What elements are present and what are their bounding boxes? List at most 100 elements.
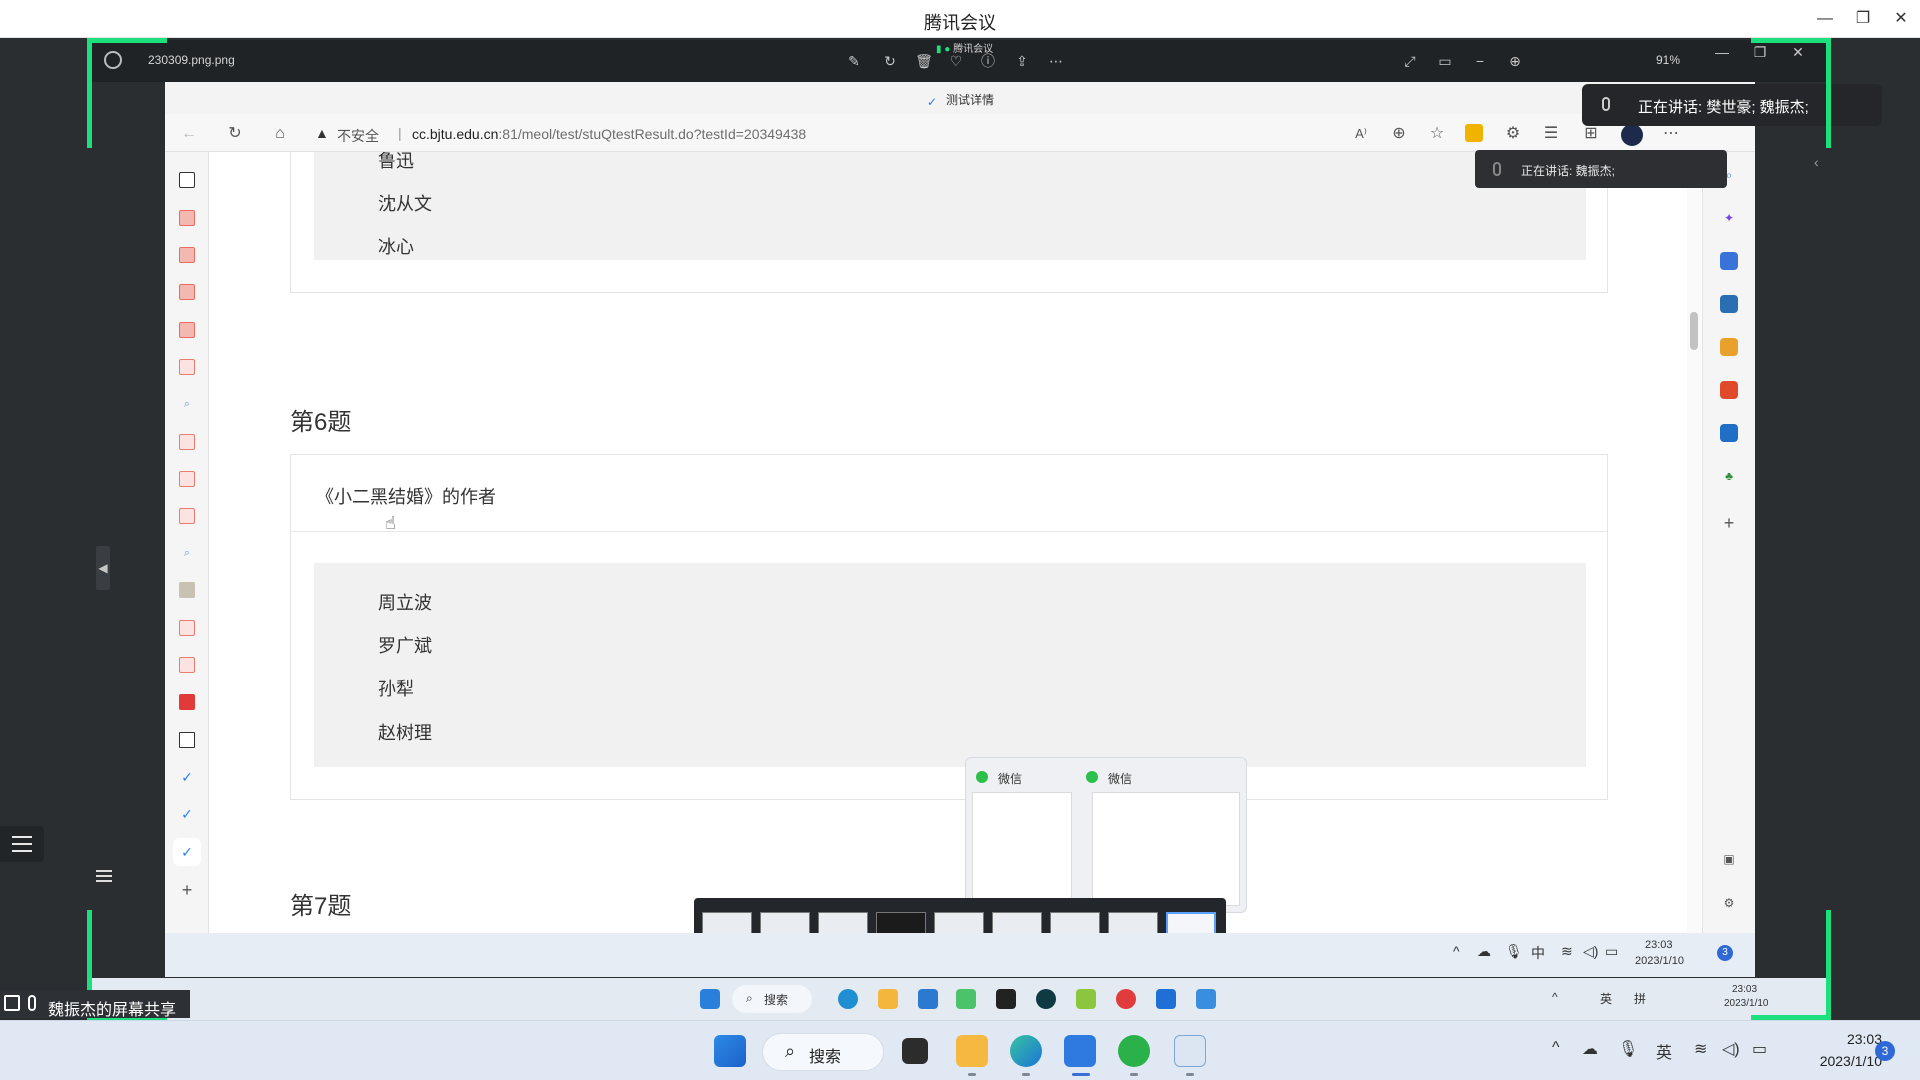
sparkle-icon[interactable]: ✦	[1720, 209, 1738, 227]
scrollbar-thumb[interactable]	[1690, 312, 1698, 350]
input-lang[interactable]: 中	[1531, 943, 1545, 963]
start-icon[interactable]	[714, 1035, 746, 1067]
tab-c-icon[interactable]	[179, 322, 195, 338]
office-icon[interactable]	[1720, 381, 1738, 399]
sidebar-toggle-icon[interactable]: ▣	[1720, 850, 1738, 868]
tab-doc-icon[interactable]	[179, 359, 195, 375]
tab-test-active-icon[interactable]: ✓	[179, 844, 195, 860]
wifi-icon[interactable]: ≋	[1694, 1039, 1707, 1059]
meeting-icon[interactable]	[1156, 989, 1176, 1009]
refresh-icon[interactable]: ↻	[225, 124, 245, 144]
app-icon[interactable]	[1116, 989, 1136, 1009]
photos-icon[interactable]	[1196, 989, 1216, 1009]
page-scrollbar[interactable]	[1687, 152, 1701, 977]
inner-search-box[interactable]: ⌕ 搜索	[732, 985, 812, 1013]
games-icon[interactable]	[1720, 338, 1738, 356]
fullscreen-icon[interactable]: ⤢	[1400, 51, 1420, 71]
app-icon[interactable]	[1076, 989, 1096, 1009]
browser-more-icon[interactable]: ⋯	[1661, 124, 1681, 144]
battery-icon[interactable]: ▭	[1605, 943, 1618, 960]
inner-tray-ime[interactable]: 拼	[1634, 990, 1646, 1007]
volume-icon[interactable]: ◁)	[1722, 1039, 1740, 1059]
profile-avatar[interactable]	[1621, 124, 1643, 146]
fit-icon[interactable]: ▭	[1435, 51, 1455, 71]
mic-icon[interactable]: 🎙	[1505, 943, 1523, 960]
collapse-right-icon[interactable]: ‹	[1814, 154, 1819, 170]
taskbar-date[interactable]: 2023/1/10	[1780, 1053, 1882, 1069]
tab-pdf-icon[interactable]	[179, 694, 195, 710]
more-icon[interactable]: ⋯	[1046, 51, 1066, 71]
app-icon[interactable]	[956, 989, 976, 1009]
edit-icon[interactable]: ✎	[844, 51, 864, 71]
settings-icon[interactable]: ⚙	[1720, 894, 1738, 912]
restore-button[interactable]: ❐	[1849, 6, 1877, 32]
extension-icon[interactable]	[1465, 124, 1483, 142]
outlook-icon[interactable]	[1720, 424, 1738, 442]
notification-badge[interactable]: 3	[1875, 1041, 1895, 1061]
shopping-icon[interactable]	[1720, 252, 1738, 270]
taskbar-search[interactable]: ⌕ 搜索	[762, 1033, 884, 1071]
folder-icon[interactable]	[878, 989, 898, 1009]
zoom-icon[interactable]: ⊕	[1389, 124, 1409, 144]
add-icon[interactable]: +	[1720, 514, 1738, 532]
tab-doc-icon[interactable]	[179, 657, 195, 673]
list-icon-small[interactable]	[96, 870, 112, 884]
tab-doc-icon[interactable]	[179, 508, 195, 524]
tab-actions-icon[interactable]	[179, 172, 195, 188]
delete-icon[interactable]: 🗑	[914, 51, 934, 71]
tab-doc-icon[interactable]	[179, 434, 195, 450]
tray-chevron-icon[interactable]: ^	[1453, 943, 1460, 959]
viewer-close-icon[interactable]: ✕	[1788, 42, 1808, 62]
tab-image-icon[interactable]	[179, 582, 195, 598]
volume-icon[interactable]: ◁)	[1583, 943, 1598, 960]
tab-test-icon[interactable]: ✓	[179, 806, 195, 822]
tab-c-icon[interactable]	[179, 210, 195, 226]
tab-c-icon[interactable]	[179, 284, 195, 300]
tools-icon[interactable]	[1720, 295, 1738, 313]
microphone-icon[interactable]: 🎙	[1618, 1039, 1638, 1059]
wechat-window-thumbnail[interactable]	[972, 792, 1072, 906]
read-aloud-icon[interactable]: A⁾	[1351, 124, 1371, 144]
favorites-icon[interactable]: ☰	[1541, 124, 1561, 144]
file-explorer-icon[interactable]	[956, 1035, 988, 1067]
minimize-button[interactable]: —	[1811, 6, 1839, 32]
resource-monitor-icon[interactable]	[1174, 1035, 1206, 1067]
new-tab-icon[interactable]: +	[179, 881, 195, 899]
taskbar-time[interactable]: 23:03	[1800, 1031, 1882, 1047]
tab-search-icon[interactable]: ⌕	[179, 545, 195, 561]
tray-chevron-icon[interactable]: ^	[1552, 1039, 1560, 1057]
tree-icon[interactable]: ♣	[1720, 467, 1738, 485]
onedrive-icon[interactable]: ☁	[1582, 1039, 1598, 1059]
wechat-preview-popup[interactable]: 微信 微信	[965, 757, 1247, 913]
share-icon[interactable]: ⇪	[1012, 51, 1032, 71]
app-icon[interactable]	[1036, 989, 1056, 1009]
wechat-window-thumbnail[interactable]	[1092, 792, 1240, 906]
zoom-in-icon[interactable]: ⊕	[1505, 51, 1525, 71]
address-bar[interactable]: ▲ 不安全 | cc.bjtu.edu.cn:81/meol/test/stuQ…	[315, 120, 1515, 146]
input-lang[interactable]: 英	[1656, 1039, 1672, 1063]
task-view-icon[interactable]	[902, 1038, 928, 1064]
back-icon[interactable]: ←	[179, 124, 199, 144]
close-button[interactable]: ✕	[1887, 6, 1915, 32]
tab-c-icon[interactable]	[179, 247, 195, 263]
start-icon[interactable]	[700, 989, 720, 1009]
add-favorite-icon[interactable]: ☆	[1427, 124, 1447, 144]
tencent-meeting-icon[interactable]	[1064, 1035, 1096, 1067]
extensions-icon[interactable]: ⚙	[1503, 124, 1523, 144]
participant-list-button[interactable]	[0, 826, 44, 862]
tab-search-icon[interactable]: ⌕	[179, 396, 195, 412]
edge-icon[interactable]	[838, 989, 858, 1009]
notification-badge[interactable]: 3	[1717, 945, 1733, 961]
wifi-icon[interactable]: ≋	[1561, 943, 1573, 960]
cloud-icon[interactable]: ☁	[1477, 943, 1491, 960]
inner-tray-lang[interactable]: 英	[1600, 990, 1612, 1007]
tab-page-icon[interactable]	[179, 732, 195, 748]
battery-icon[interactable]: ▭	[1752, 1039, 1767, 1059]
rotate-icon[interactable]: ↻	[880, 51, 900, 71]
viewer-minimize-icon[interactable]: —	[1712, 42, 1732, 62]
tab-test-icon[interactable]: ✓	[179, 769, 195, 785]
collections-icon[interactable]: ⊞	[1581, 124, 1601, 144]
home-icon[interactable]: ⌂	[270, 124, 290, 144]
tray-chevron-icon[interactable]: ^	[1552, 990, 1558, 1004]
zoom-out-icon[interactable]: −	[1470, 51, 1490, 71]
